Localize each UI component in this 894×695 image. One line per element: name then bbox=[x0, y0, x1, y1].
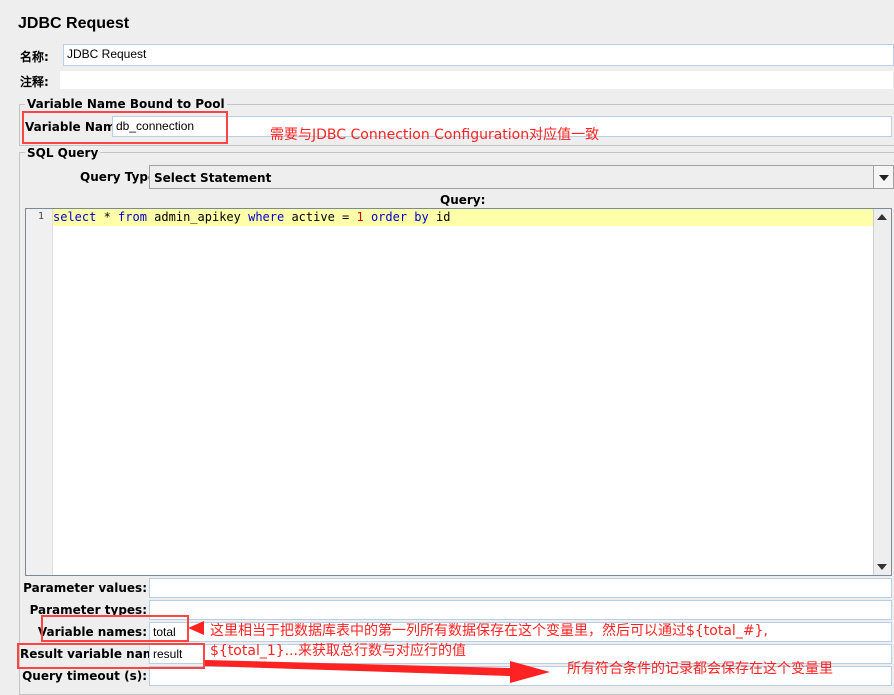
annotation-arrows bbox=[188, 621, 550, 683]
arrow-left-icon bbox=[188, 621, 204, 635]
arrow-right-icon bbox=[205, 660, 550, 683]
